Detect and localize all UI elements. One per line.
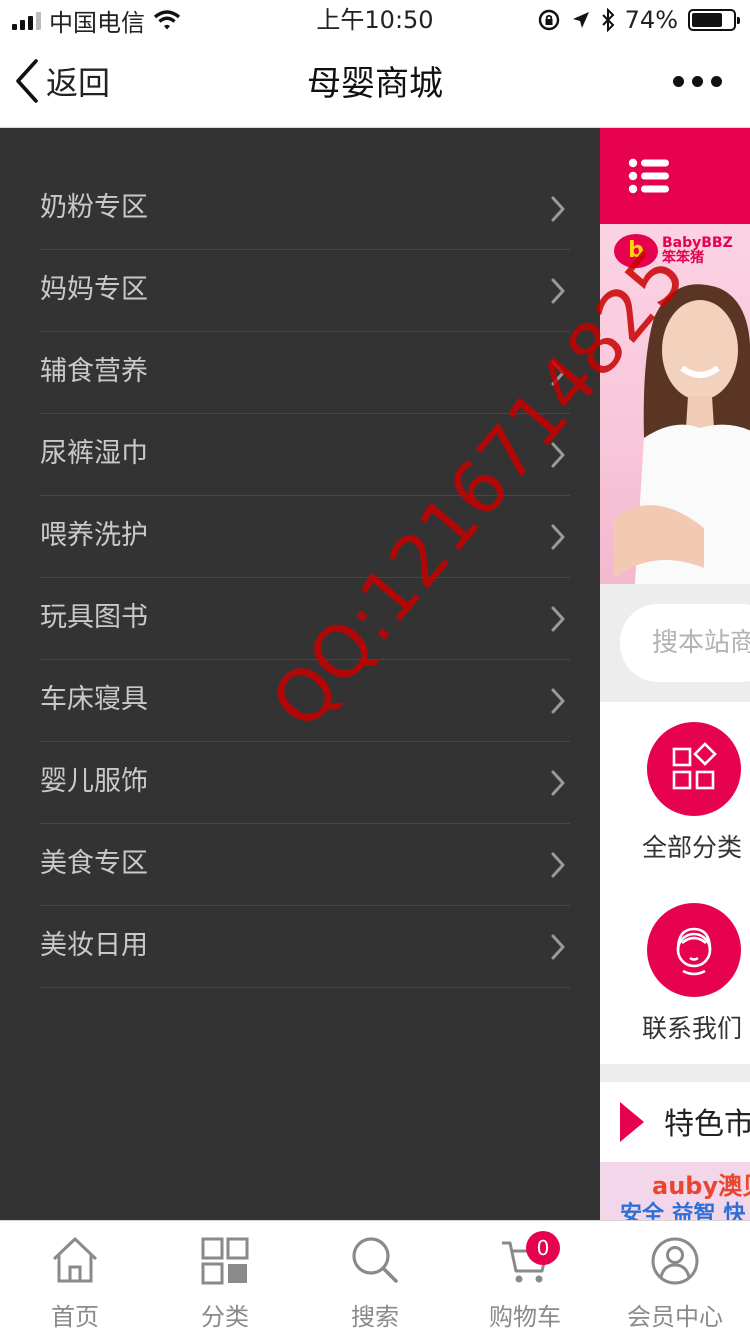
category-menu-label: 婴儿服饰 — [40, 766, 148, 797]
battery-icon — [688, 9, 740, 31]
location-arrow-icon — [572, 12, 589, 28]
user-icon — [651, 1237, 699, 1285]
more-dot-icon — [673, 76, 684, 87]
list-menu-icon — [628, 158, 669, 194]
chevron-right-icon — [550, 442, 566, 472]
brand-mark-icon: b — [614, 234, 658, 268]
chevron-right-icon — [550, 770, 566, 800]
tab-member-center-label: 会员中心 — [627, 1303, 723, 1331]
tab-cart[interactable]: 0 购物车 — [450, 1221, 600, 1335]
chevron-right-icon — [550, 606, 566, 636]
featured-section-header: 特色市 — [600, 1082, 750, 1162]
model-photo — [614, 284, 750, 584]
category-menu-item[interactable]: 喂养洗护 — [40, 496, 570, 578]
category-menu-label: 妈妈专区 — [40, 274, 148, 305]
more-options-button[interactable] — [673, 76, 722, 87]
all-categories-link[interactable]: 全部分类 — [600, 702, 750, 883]
section-divider — [600, 1064, 750, 1082]
status-right: 74% — [537, 4, 740, 36]
category-menu-label: 辅食营养 — [40, 356, 148, 387]
featured-brand-slogan: 安全 益智 快 — [620, 1202, 746, 1220]
chevron-right-icon — [550, 852, 566, 882]
category-menu-label: 尿裤湿巾 — [40, 438, 148, 469]
more-dot-icon — [692, 76, 703, 87]
all-categories-label: 全部分类 — [642, 833, 743, 862]
chevron-right-icon — [550, 196, 566, 226]
section-marker-icon — [620, 1102, 644, 1142]
brand-name-cn: 笨笨猪 — [662, 250, 704, 266]
search-area: 搜本站商 — [600, 584, 750, 702]
chevron-right-icon — [550, 524, 566, 554]
search-icon — [352, 1237, 398, 1283]
contact-us-link[interactable]: 联系我们 — [600, 883, 750, 1064]
featured-section-title: 特色市 — [664, 1107, 750, 1142]
category-menu-label: 奶粉专区 — [40, 192, 148, 223]
tab-cart-label: 购物车 — [489, 1303, 561, 1331]
category-list-button[interactable] — [628, 158, 670, 198]
category-menu: 奶粉专区妈妈专区辅食营养尿裤湿巾喂养洗护玩具图书车床寝具婴儿服饰美食专区美妆日用 — [40, 168, 570, 988]
navigation-bar: 返回 母婴商城 — [0, 40, 750, 128]
category-menu-item[interactable]: 妈妈专区 — [40, 250, 570, 332]
tab-search[interactable]: 搜索 — [300, 1221, 450, 1335]
category-menu-label: 车床寝具 — [40, 684, 148, 715]
category-menu-item[interactable]: 美妆日用 — [40, 906, 570, 988]
underlying-page-peek: b BabyBBZ 笨笨猪 搜本站商 全部分类 联系我们 特色市 auby澳 安… — [600, 128, 750, 1220]
more-dot-icon — [711, 76, 722, 87]
category-drawer: 奶粉专区妈妈专区辅食营养尿裤湿巾喂养洗护玩具图书车床寝具婴儿服饰美食专区美妆日用 — [0, 128, 600, 1220]
bluetooth-icon — [601, 8, 615, 32]
home-icon — [52, 1237, 98, 1283]
rotation-lock-icon — [538, 9, 559, 31]
tab-category-label: 分类 — [201, 1303, 249, 1331]
battery-percent: 74% — [624, 6, 678, 34]
brand-logo: b BabyBBZ 笨笨猪 — [614, 234, 733, 268]
category-menu-item[interactable]: 车床寝具 — [40, 660, 570, 742]
chevron-right-icon — [550, 278, 566, 308]
tab-home[interactable]: 首页 — [0, 1221, 150, 1335]
tab-search-label: 搜索 — [351, 1303, 399, 1331]
grid-diamond-icon — [647, 722, 741, 816]
brand-name: BabyBBZ — [662, 235, 733, 251]
bottom-tab-bar: 首页 分类 搜索 0 购物车 会员中心 — [0, 1220, 750, 1334]
featured-brand-banner[interactable]: auby澳贝 安全 益智 快 — [600, 1162, 750, 1220]
category-menu-item[interactable]: 玩具图书 — [40, 578, 570, 660]
tab-category[interactable]: 分类 — [150, 1221, 300, 1335]
chevron-right-icon — [550, 688, 566, 718]
category-menu-label: 玩具图书 — [40, 602, 148, 633]
status-bar: 中国电信 上午10:50 74% — [0, 0, 750, 40]
promo-banner[interactable]: b BabyBBZ 笨笨猪 — [600, 224, 750, 584]
category-menu-item[interactable]: 美食专区 — [40, 824, 570, 906]
tab-member-center[interactable]: 会员中心 — [600, 1221, 750, 1335]
category-icon — [201, 1237, 249, 1285]
category-menu-label: 美食专区 — [40, 848, 148, 879]
chevron-right-icon — [550, 934, 566, 964]
tab-home-label: 首页 — [51, 1303, 99, 1331]
chevron-right-icon — [550, 360, 566, 390]
search-placeholder: 搜本站商 — [652, 628, 750, 658]
site-search-input[interactable]: 搜本站商 — [620, 604, 750, 682]
category-menu-item[interactable]: 辅食营养 — [40, 332, 570, 414]
category-menu-label: 喂养洗护 — [40, 520, 148, 551]
quick-links: 全部分类 联系我们 — [600, 702, 750, 1064]
contact-us-label: 联系我们 — [642, 1014, 743, 1043]
customer-service-icon — [647, 903, 741, 997]
page-title: 母婴商城 — [307, 64, 443, 104]
category-menu-label: 美妆日用 — [40, 930, 148, 961]
cart-count-badge: 0 — [526, 1231, 560, 1265]
category-menu-item[interactable]: 尿裤湿巾 — [40, 414, 570, 496]
page-header — [600, 128, 750, 224]
category-menu-item[interactable]: 婴儿服饰 — [40, 742, 570, 824]
category-menu-item[interactable]: 奶粉专区 — [40, 168, 570, 250]
